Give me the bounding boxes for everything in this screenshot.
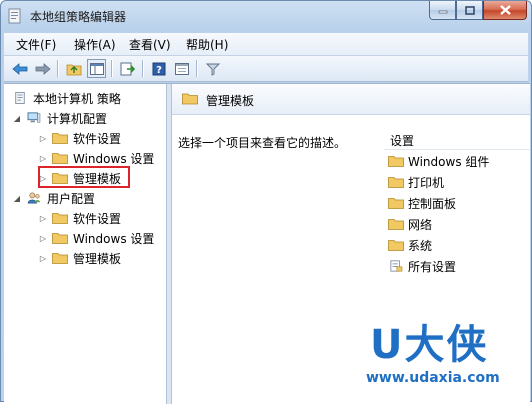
list-item-system[interactable]: 系统 bbox=[384, 235, 432, 255]
maximize-button[interactable] bbox=[456, 1, 483, 20]
up-folder-icon bbox=[66, 64, 81, 75]
tree-node-user-admin-templates[interactable]: ▷ 管理模板 bbox=[38, 249, 121, 267]
window-title: 本地组策略编辑器 bbox=[30, 10, 127, 24]
list-item-windows-components[interactable]: Windows 组件 bbox=[384, 151, 489, 171]
tree-node-computer-config[interactable]: ◢ 计算机配置 bbox=[12, 109, 107, 127]
menu-help[interactable]: 帮助(H) bbox=[186, 36, 228, 53]
folder-icon bbox=[52, 253, 68, 264]
policy-editor-app-icon bbox=[8, 8, 21, 24]
minimize-button[interactable] bbox=[429, 1, 456, 20]
description-text: 选择一个项目来查看它的描述。 bbox=[178, 136, 347, 150]
tree-label: Windows 设置 bbox=[73, 151, 155, 166]
tree-node-user-config[interactable]: ◢ 用户配置 bbox=[12, 189, 95, 207]
folder-icon bbox=[388, 219, 404, 230]
close-icon bbox=[499, 5, 511, 15]
folder-icon bbox=[52, 133, 68, 144]
expanded-arrow-icon[interactable]: ◢ bbox=[12, 194, 22, 203]
menu-bar: 文件(F) 操作(A) 查看(V) 帮助(H) bbox=[4, 33, 528, 56]
tree-node-user-software-settings[interactable]: ▷ 软件设置 bbox=[38, 209, 121, 227]
filter-button[interactable] bbox=[203, 59, 222, 78]
user-icon bbox=[27, 192, 40, 204]
folder-icon bbox=[388, 156, 404, 167]
expanded-arrow-icon[interactable]: ◢ bbox=[12, 114, 22, 123]
list-item-label: 网络 bbox=[408, 217, 433, 232]
tree-label: 软件设置 bbox=[73, 211, 122, 226]
all-settings-icon bbox=[390, 260, 403, 272]
folder-icon bbox=[388, 240, 404, 251]
collapsed-arrow-icon[interactable]: ▷ bbox=[38, 154, 48, 163]
list-item-label: 所有设置 bbox=[408, 259, 457, 274]
toolbar: ? bbox=[4, 56, 528, 82]
tree-label: 用户配置 bbox=[47, 191, 96, 206]
list-item-label: 系统 bbox=[408, 238, 433, 253]
tree-label: 管理模板 bbox=[73, 251, 122, 266]
console-tree: 本地计算机 策略 ◢ 计算机配置 ▷ 软件设置 ▷ Windows 设置 ▷ 管… bbox=[4, 84, 166, 404]
show-hide-tree-icon bbox=[89, 62, 104, 75]
folder-icon bbox=[52, 213, 68, 224]
help-icon: ? bbox=[152, 62, 165, 76]
filter-icon bbox=[205, 63, 220, 76]
forward-arrow-icon bbox=[35, 62, 51, 75]
tree-node-user-windows-settings[interactable]: ▷ Windows 设置 bbox=[38, 229, 154, 247]
column-header-settings[interactable]: 设置 bbox=[384, 129, 530, 150]
details-header: 管理模板 bbox=[172, 84, 530, 115]
folder-icon bbox=[52, 153, 68, 164]
help-button[interactable]: ? bbox=[149, 59, 168, 78]
highlight-box bbox=[38, 166, 130, 188]
list-item-network[interactable]: 网络 bbox=[384, 214, 432, 234]
forward-button[interactable] bbox=[33, 59, 52, 78]
watermark-brand: U大侠 bbox=[370, 322, 489, 368]
tree-label: 计算机配置 bbox=[47, 111, 108, 126]
menu-file[interactable]: 文件(F) bbox=[16, 36, 56, 53]
properties-icon bbox=[174, 62, 189, 75]
svg-text:?: ? bbox=[156, 65, 162, 76]
folder-icon bbox=[388, 177, 404, 188]
minimize-icon bbox=[438, 10, 447, 14]
watermark-logo: U大侠 www.udaxia.com bbox=[352, 312, 532, 402]
toolbar-separator bbox=[57, 60, 59, 77]
tree-node-computer-windows-settings[interactable]: ▷ Windows 设置 bbox=[38, 149, 154, 167]
folder-icon bbox=[388, 198, 404, 209]
window-controls bbox=[429, 1, 527, 21]
menu-view[interactable]: 查看(V) bbox=[129, 36, 171, 53]
collapsed-arrow-icon[interactable]: ▷ bbox=[38, 134, 48, 143]
collapsed-arrow-icon[interactable]: ▷ bbox=[38, 214, 48, 223]
list-item-control-panel[interactable]: 控制面板 bbox=[384, 193, 456, 213]
watermark-url: www.udaxia.com bbox=[366, 370, 500, 386]
properties-button[interactable] bbox=[172, 59, 191, 78]
tree-label: 本地计算机 策略 bbox=[33, 91, 121, 106]
tree-label: 软件设置 bbox=[73, 131, 122, 146]
list-item-label: 控制面板 bbox=[408, 196, 457, 211]
list-item-all-settings[interactable]: 所有设置 bbox=[384, 256, 456, 276]
tree-node-local-computer-policy[interactable]: 本地计算机 策略 bbox=[12, 89, 121, 107]
toolbar-separator bbox=[142, 60, 144, 77]
tree-node-computer-software-settings[interactable]: ▷ 软件设置 bbox=[38, 129, 121, 147]
computer-icon bbox=[27, 112, 41, 123]
toolbar-separator bbox=[111, 60, 113, 77]
collapsed-arrow-icon[interactable]: ▷ bbox=[38, 254, 48, 263]
policy-document-icon bbox=[15, 92, 25, 104]
close-button[interactable] bbox=[483, 1, 527, 20]
title-bar[interactable]: 本地组策略编辑器 bbox=[1, 1, 531, 31]
export-list-icon bbox=[120, 62, 135, 75]
folder-icon bbox=[52, 233, 68, 244]
export-list-button[interactable] bbox=[118, 59, 137, 78]
list-item-label: 打印机 bbox=[408, 175, 445, 190]
maximize-icon bbox=[464, 5, 475, 15]
list-item-label: Windows 组件 bbox=[408, 154, 490, 169]
menu-action[interactable]: 操作(A) bbox=[74, 36, 116, 53]
show-hide-tree-button[interactable] bbox=[87, 59, 106, 78]
up-one-level-button[interactable] bbox=[64, 59, 83, 78]
toolbar-separator bbox=[196, 60, 198, 77]
folder-icon bbox=[182, 93, 198, 105]
back-button[interactable] bbox=[10, 59, 29, 78]
back-arrow-icon bbox=[11, 62, 27, 75]
details-title: 管理模板 bbox=[206, 94, 255, 108]
collapsed-arrow-icon[interactable]: ▷ bbox=[38, 234, 48, 243]
list-item-printers[interactable]: 打印机 bbox=[384, 172, 444, 192]
tree-label: Windows 设置 bbox=[73, 231, 155, 246]
column-header-label: 设置 bbox=[390, 134, 415, 148]
